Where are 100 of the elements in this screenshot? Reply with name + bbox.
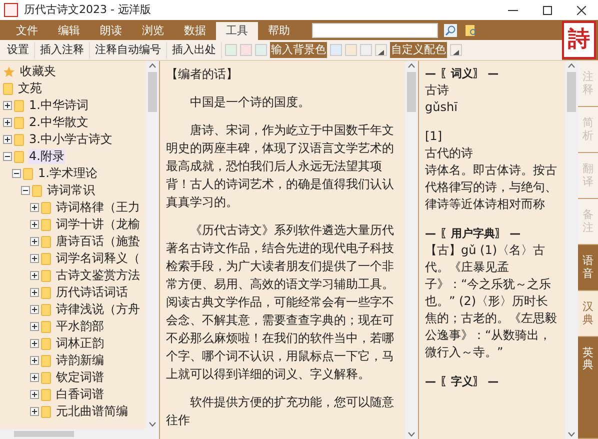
color-swatch[interactable] bbox=[225, 44, 237, 56]
scroll-up-icon[interactable] bbox=[568, 63, 575, 68]
scroll-down-icon[interactable] bbox=[408, 432, 415, 437]
folder-icon bbox=[41, 338, 51, 350]
menu-tab[interactable]: 朗读 bbox=[90, 22, 132, 40]
tree-item[interactable]: 诗韵新编 bbox=[55, 353, 105, 368]
toolbar-button[interactable]: 设置 bbox=[2, 42, 35, 58]
definition-text: 古诗 bbox=[425, 82, 450, 99]
collapse-icon[interactable] bbox=[21, 186, 30, 195]
tree-item[interactable]: 诗律浅说（方舟 bbox=[55, 302, 141, 317]
color-swatch[interactable] bbox=[240, 44, 252, 56]
scrollbar[interactable] bbox=[405, 61, 418, 439]
tree-item[interactable]: 唐诗百话（施蛰 bbox=[55, 234, 141, 249]
document-heading: 【编者的话】 bbox=[166, 66, 239, 83]
tree-item[interactable]: 2.中华散文 bbox=[28, 115, 90, 130]
tree-item[interactable]: 词学名词释义（ bbox=[55, 251, 141, 266]
scroll-up-icon[interactable] bbox=[149, 63, 156, 68]
expand-icon[interactable] bbox=[30, 254, 39, 263]
color-swatch[interactable] bbox=[360, 44, 372, 56]
menu-tab[interactable]: 浏览 bbox=[132, 22, 174, 40]
tree-item[interactable]: 文苑 bbox=[17, 81, 43, 96]
folder-icon bbox=[41, 202, 51, 214]
expand-icon[interactable] bbox=[30, 356, 39, 365]
menu-tab[interactable]: 工具 bbox=[216, 22, 258, 40]
tree-item[interactable]: 词林正韵 bbox=[55, 336, 105, 351]
folder-icon bbox=[41, 304, 51, 316]
folder-search-icon[interactable] bbox=[465, 24, 477, 37]
scroll-down-icon[interactable] bbox=[149, 422, 156, 427]
folder-icon bbox=[41, 218, 51, 230]
color-swatch[interactable] bbox=[330, 44, 342, 56]
scrollbar[interactable] bbox=[565, 61, 578, 439]
color-swatch[interactable] bbox=[255, 44, 267, 56]
expand-icon[interactable] bbox=[3, 118, 12, 127]
horizontal-scrollbar[interactable] bbox=[0, 429, 159, 439]
menu-tab[interactable]: 文件 bbox=[6, 22, 48, 40]
expand-icon[interactable] bbox=[30, 237, 39, 246]
expand-icon[interactable] bbox=[3, 135, 12, 144]
scroll-up-icon[interactable] bbox=[408, 63, 415, 68]
tree-item[interactable]: 古诗文鉴赏方法 bbox=[55, 268, 141, 283]
app-logo-icon bbox=[4, 3, 18, 17]
expand-icon[interactable] bbox=[30, 407, 39, 416]
expand-icon[interactable] bbox=[30, 373, 39, 382]
expand-icon[interactable] bbox=[30, 288, 39, 297]
triangle-icon bbox=[378, 50, 384, 55]
document-paragraph: 《历代古诗文》系列软件遴选大量历代著名古诗文作品，结合先进的现代电子科技检索手段，为广大读者朋友们提供了一个非常方便、易用、高效的语文学习辅助工具。阅读古典文学作品，可能经常会有一些字不会念、不解其意，需要查查字典的；现在可不必那么麻烦啦！在我们的软件当中，若哪个字、哪个词不认识，用鼠标点一下它，马上就可以得到详细的词义、字义解释。 bbox=[166, 222, 395, 383]
tree-item[interactable]: 4.附录 bbox=[28, 149, 66, 164]
scrollbar[interactable] bbox=[146, 61, 159, 429]
folder-icon bbox=[41, 236, 51, 248]
scroll-thumb[interactable] bbox=[148, 72, 157, 112]
tree-item[interactable]: 元北曲谱简编 bbox=[55, 404, 129, 419]
folder-icon bbox=[41, 252, 51, 264]
definition-text: 诗体名。即古体诗。按古代格律写的诗，与绝句、律诗等近体诗相对而称 bbox=[425, 162, 558, 213]
collapse-icon[interactable] bbox=[3, 152, 12, 161]
dropdown-button[interactable] bbox=[450, 44, 462, 56]
expand-icon[interactable] bbox=[30, 390, 39, 399]
expand-icon[interactable] bbox=[30, 339, 39, 348]
color-swatch[interactable] bbox=[345, 44, 357, 56]
search-field[interactable] bbox=[312, 23, 438, 38]
toolbar-label[interactable]: 自定义配色 bbox=[390, 42, 447, 58]
side-tab[interactable]: 英典 bbox=[578, 337, 598, 439]
tree-item[interactable]: 词学十讲（龙榆 bbox=[55, 217, 141, 232]
expand-icon[interactable] bbox=[30, 271, 39, 280]
tree-item[interactable]: 1.学术理论 bbox=[37, 166, 98, 181]
tree-item[interactable]: 1.中华诗词 bbox=[28, 98, 90, 113]
search-icon[interactable] bbox=[444, 24, 457, 37]
tree-item[interactable]: 收藏夹 bbox=[19, 64, 57, 79]
tree-item[interactable]: 平水韵部 bbox=[55, 319, 105, 334]
menu-tab[interactable]: 数据 bbox=[174, 22, 216, 40]
tree-item[interactable]: 白香词谱 bbox=[55, 387, 105, 402]
definition-text: 古代的诗 bbox=[425, 145, 474, 162]
collapse-icon[interactable] bbox=[12, 169, 21, 178]
scroll-down-icon[interactable] bbox=[568, 432, 575, 437]
folder-icon bbox=[14, 150, 24, 162]
toolbar-button[interactable]: 插入出处 bbox=[167, 42, 222, 58]
document-paragraph: 中国是一个诗的国度。 bbox=[189, 94, 311, 111]
tree-item[interactable]: 诗词格律（王力 bbox=[55, 200, 141, 215]
toolbar-button[interactable]: 插入注释 bbox=[35, 42, 90, 58]
scroll-thumb[interactable] bbox=[407, 72, 416, 112]
dropdown-button[interactable] bbox=[375, 44, 387, 56]
menu-tab[interactable]: 编辑 bbox=[48, 22, 90, 40]
tree-item[interactable]: 3.中小学古诗文 bbox=[28, 132, 114, 147]
side-tab[interactable]: 语音 bbox=[578, 245, 598, 291]
expand-icon[interactable] bbox=[30, 305, 39, 314]
toolbar-label[interactable]: 输入背景色 bbox=[270, 42, 327, 58]
expand-icon[interactable] bbox=[30, 220, 39, 229]
folder-icon bbox=[3, 82, 13, 94]
tree-item[interactable]: 历代诗话词话 bbox=[55, 285, 129, 300]
menu-tab[interactable]: 帮助 bbox=[258, 22, 300, 40]
scroll-thumb[interactable] bbox=[567, 72, 576, 112]
document-paragraph: 唐诗、宋词，作为屹立于中国数千年文明史的两座丰碑，体现了汉语言文学艺术的最高成就，恐怕我们后人永远无法望其项背！古人的诗词艺术，的确是值得我们认认真真学习的。 bbox=[166, 122, 395, 211]
definition-text: gǔshī bbox=[425, 99, 458, 116]
tree-item[interactable]: 钦定词谱 bbox=[55, 370, 105, 385]
expand-icon[interactable] bbox=[3, 101, 12, 110]
folder-icon bbox=[14, 100, 24, 112]
expand-icon[interactable] bbox=[30, 203, 39, 212]
folder-icon bbox=[41, 320, 51, 332]
folder-icon bbox=[32, 184, 42, 196]
expand-icon[interactable] bbox=[30, 322, 39, 331]
toolbar-button[interactable]: 注释自动编号 bbox=[90, 42, 167, 58]
tree-item[interactable]: 诗词常识 bbox=[46, 183, 96, 198]
